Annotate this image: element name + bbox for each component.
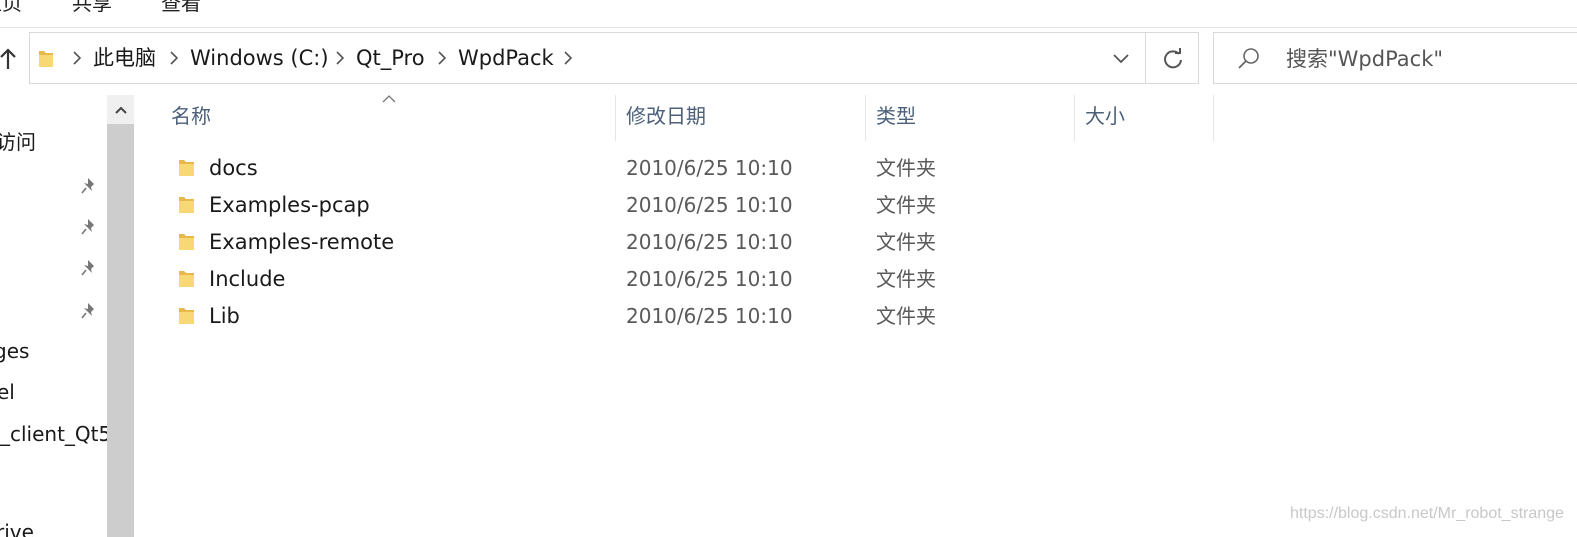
file-name: Include	[209, 267, 286, 291]
breadcrumb-windows-c[interactable]: Windows (C:)	[190, 45, 329, 71]
refresh-button[interactable]	[1156, 46, 1190, 72]
nav-item-drive[interactable]: rive	[0, 520, 34, 537]
sort-ascending-icon	[382, 95, 396, 103]
ribbon-tab-home[interactable]: 主页	[0, 0, 22, 15]
chevron-right-icon[interactable]	[564, 51, 572, 65]
chevron-right-icon[interactable]	[336, 51, 344, 65]
column-header-type[interactable]: 类型	[876, 103, 916, 129]
breadcrumb-this-pc[interactable]: 此电脑	[93, 45, 156, 71]
file-modified: 2010/6/25 10:10	[626, 193, 793, 217]
file-type: 文件夹	[876, 156, 936, 180]
chevron-right-icon[interactable]	[73, 51, 81, 65]
scroll-up-button[interactable]	[107, 95, 134, 124]
address-bar[interactable]: 此电脑 Windows (C:) Qt_Pro WpdPack	[29, 32, 1199, 84]
file-row[interactable]: Lib 2010/6/25 10:10 文件夹	[164, 298, 1214, 335]
chevron-right-icon[interactable]	[170, 51, 178, 65]
folder-icon	[39, 51, 53, 67]
file-name: Examples-remote	[209, 230, 395, 254]
search-box[interactable]	[1213, 32, 1577, 84]
file-type: 文件夹	[876, 230, 936, 254]
refresh-icon	[1164, 48, 1182, 69]
scroll-thumb[interactable]	[107, 124, 134, 537]
folder-icon	[179, 234, 194, 250]
nav-scrollbar[interactable]	[107, 95, 134, 537]
chevron-up-icon	[114, 106, 127, 114]
chevron-right-icon[interactable]	[438, 51, 446, 65]
file-row[interactable]: Examples-remote 2010/6/25 10:10 文件夹	[164, 224, 1214, 261]
pin-icon[interactable]	[80, 257, 100, 277]
pin-icon[interactable]	[80, 300, 100, 320]
pin-icon[interactable]	[80, 216, 100, 236]
file-type: 文件夹	[876, 267, 936, 291]
column-divider[interactable]	[1213, 95, 1214, 141]
chevron-down-icon[interactable]	[1111, 51, 1131, 65]
file-modified: 2010/6/25 10:10	[626, 304, 793, 328]
address-divider	[1145, 33, 1146, 83]
file-row[interactable]: docs 2010/6/25 10:10 文件夹	[164, 150, 1214, 187]
file-type: 文件夹	[876, 193, 936, 217]
pin-icon[interactable]	[80, 175, 100, 195]
file-modified: 2010/6/25 10:10	[626, 267, 793, 291]
file-name: Lib	[209, 304, 240, 328]
ribbon-tab-view[interactable]: 查看	[161, 0, 201, 15]
column-divider[interactable]	[865, 95, 866, 141]
column-header-size[interactable]: 大小	[1085, 103, 1125, 129]
up-arrow-icon[interactable]	[0, 47, 18, 71]
file-type: 文件夹	[876, 304, 936, 328]
file-list: 名称 修改日期 类型 大小 docs 2010/6/25 10:10 文件夹 E…	[134, 95, 1577, 537]
file-name: docs	[209, 156, 258, 180]
search-icon	[1238, 48, 1259, 69]
column-divider[interactable]	[615, 95, 616, 141]
nav-item-quick-access[interactable]: 访问	[0, 130, 36, 154]
breadcrumb-wpdpack[interactable]: WpdPack	[458, 45, 554, 71]
column-divider[interactable]	[1074, 95, 1075, 141]
nav-item-el[interactable]: el	[0, 380, 15, 404]
ribbon-tab-share[interactable]: 共享	[72, 0, 112, 15]
file-row[interactable]: Include 2010/6/25 10:10 文件夹	[164, 261, 1214, 298]
folder-icon	[179, 197, 194, 213]
watermark: https://blog.csdn.net/Mr_robot_strange	[1290, 505, 1564, 522]
search-input[interactable]	[1284, 43, 1577, 75]
file-modified: 2010/6/25 10:10	[626, 156, 793, 180]
column-header-modified[interactable]: 修改日期	[626, 103, 706, 129]
nav-item-client-qt5[interactable]: _client_Qt5	[0, 422, 107, 446]
file-explorer-window: 主页 共享 查看 此电脑 Windows (C:) Qt_Pro	[0, 0, 1577, 537]
nav-item-images[interactable]: ges	[0, 339, 29, 363]
file-row[interactable]: Examples-pcap 2010/6/25 10:10 文件夹	[164, 187, 1214, 224]
folder-icon	[179, 271, 194, 287]
navigation-bar: 此电脑 Windows (C:) Qt_Pro WpdPack	[0, 27, 1577, 91]
file-name: Examples-pcap	[209, 193, 370, 217]
column-header-name[interactable]: 名称	[171, 103, 211, 129]
folder-icon	[179, 308, 194, 324]
breadcrumb-qt-pro[interactable]: Qt_Pro	[356, 45, 425, 71]
folder-icon	[179, 160, 194, 176]
ribbon: 主页 共享 查看	[0, 0, 1577, 28]
navigation-pane: 访问 ges el _client_Qt5 rive	[0, 95, 107, 537]
file-modified: 2010/6/25 10:10	[626, 230, 793, 254]
